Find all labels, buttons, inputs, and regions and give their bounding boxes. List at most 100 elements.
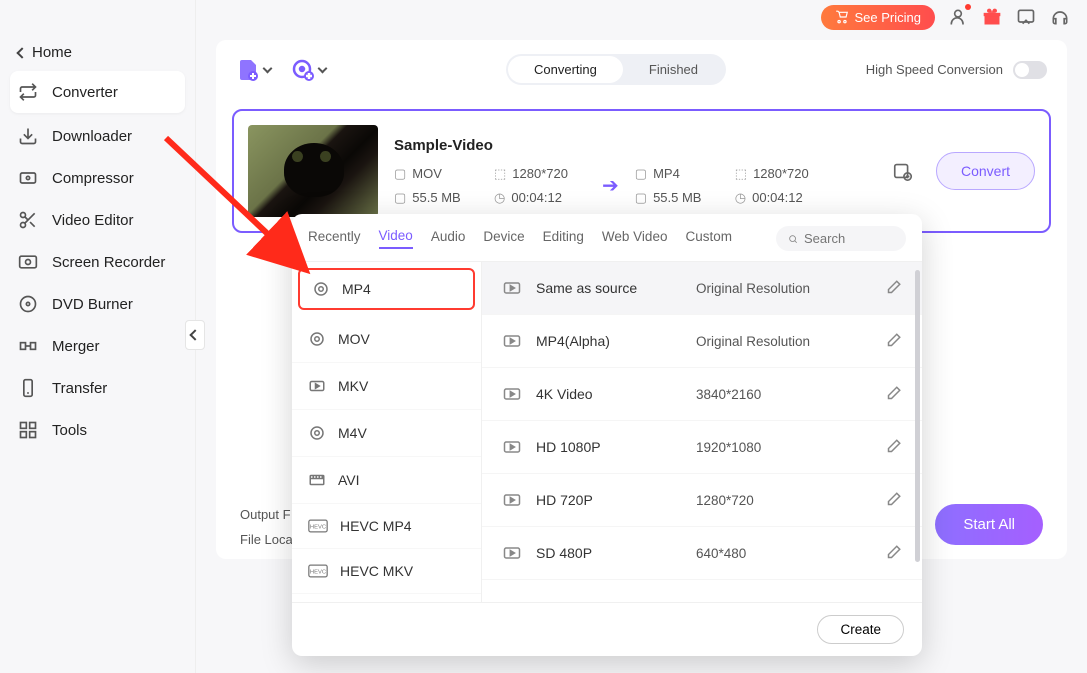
dimensions-icon: ⬚: [494, 166, 506, 182]
sidebar-item-label: Video Editor: [52, 212, 133, 229]
resolution-720p[interactable]: HD 720P 1280*720: [482, 474, 922, 527]
sidebar-item-converter[interactable]: Converter: [10, 71, 185, 113]
tab-video[interactable]: Video: [379, 228, 413, 249]
start-all-button[interactable]: Start All: [935, 504, 1043, 545]
recorder-icon: [18, 252, 38, 272]
tab-audio[interactable]: Audio: [431, 229, 466, 248]
edit-icon[interactable]: [884, 332, 902, 350]
format-popover: Recently Video Audio Device Editing Web …: [292, 214, 922, 656]
gift-icon[interactable]: [981, 6, 1003, 28]
video-file-icon: [502, 490, 522, 510]
search-input[interactable]: [804, 231, 894, 246]
video-title: Sample-Video: [394, 137, 870, 154]
popover-tabs: Recently Video Audio Device Editing Web …: [292, 214, 922, 262]
hevc-icon: HEVC: [308, 564, 328, 578]
video-info: Sample-Video ▢MOV ▢55.5 MB ⬚1280*720 ◷00…: [394, 137, 870, 206]
support-icon[interactable]: [1049, 6, 1071, 28]
resolution-4k[interactable]: 4K Video 3840*2160: [482, 368, 922, 421]
svg-text:HEVC: HEVC: [310, 525, 326, 531]
resolution-list[interactable]: Same as source Original Resolution MP4(A…: [482, 262, 922, 602]
sidebar: Home Converter Downloader Compressor Vid…: [0, 0, 196, 673]
video-icon: ▢: [635, 166, 647, 182]
format-mkv[interactable]: MKV: [292, 363, 481, 410]
segment-converting[interactable]: Converting: [508, 56, 623, 83]
resolution-mp4-alpha[interactable]: MP4(Alpha) Original Resolution: [482, 315, 922, 368]
tab-device[interactable]: Device: [483, 229, 524, 248]
transfer-icon: [18, 378, 38, 398]
format-m4v[interactable]: M4V: [292, 410, 481, 457]
sidebar-item-label: Tools: [52, 422, 87, 439]
scrollbar[interactable]: [915, 270, 920, 562]
sidebar-item-video-editor[interactable]: Video Editor: [0, 199, 195, 241]
popover-footer: Create: [292, 602, 922, 656]
sidebar-item-label: Transfer: [52, 380, 107, 397]
dst-duration: 00:04:12: [752, 190, 803, 205]
format-mov[interactable]: MOV: [292, 316, 481, 363]
edit-icon[interactable]: [884, 385, 902, 403]
sidebar-item-label: DVD Burner: [52, 296, 133, 313]
status-segment: Converting Finished: [506, 54, 726, 85]
sidebar-item-dvd-burner[interactable]: DVD Burner: [0, 283, 195, 325]
edit-icon[interactable]: [884, 279, 902, 297]
sidebar-item-transfer[interactable]: Transfer: [0, 367, 195, 409]
tab-editing[interactable]: Editing: [543, 229, 584, 248]
chevron-down-icon: [263, 64, 273, 74]
video-thumbnail[interactable]: [248, 125, 378, 217]
tab-custom[interactable]: Custom: [685, 229, 732, 248]
feedback-icon[interactable]: [1015, 6, 1037, 28]
converter-icon: [18, 82, 38, 102]
film-icon: [308, 471, 326, 489]
add-file-button[interactable]: [236, 58, 271, 82]
sidebar-item-screen-recorder[interactable]: Screen Recorder: [0, 241, 195, 283]
format-mp4[interactable]: MP4: [298, 268, 475, 310]
format-hevc-mp4[interactable]: HEVCHEVC MP4: [292, 504, 481, 549]
add-disc-button[interactable]: [291, 58, 326, 82]
cart-icon: [835, 10, 849, 24]
hsc-toggle[interactable]: [1013, 61, 1047, 79]
sidebar-item-tools[interactable]: Tools: [0, 409, 195, 451]
sidebar-item-downloader[interactable]: Downloader: [0, 115, 195, 157]
resolution-480p[interactable]: SD 480P 640*480: [482, 527, 922, 580]
video-file-icon: [502, 543, 522, 563]
dst-size: 55.5 MB: [653, 190, 701, 205]
resolution-1080p[interactable]: HD 1080P 1920*1080: [482, 421, 922, 474]
src-format: MOV: [412, 166, 442, 181]
see-pricing-button[interactable]: See Pricing: [821, 5, 935, 30]
toolbar: Converting Finished High Speed Conversio…: [216, 40, 1067, 99]
video-file-icon: [502, 278, 522, 298]
compressor-icon: [18, 168, 38, 188]
video-file-icon: [502, 437, 522, 457]
edit-icon[interactable]: [884, 491, 902, 509]
format-list[interactable]: MP4 MOV MKV M4V AVI HEVCHEVC MP4 HEVCHEV…: [292, 262, 482, 602]
convert-button[interactable]: Convert: [936, 152, 1035, 190]
edit-icon[interactable]: [884, 438, 902, 456]
settings-button[interactable]: [886, 154, 920, 188]
format-search[interactable]: [776, 226, 906, 251]
scissors-icon: [18, 210, 38, 230]
merger-icon: [18, 336, 38, 356]
src-size: 55.5 MB: [412, 190, 460, 205]
hsc-label: High Speed Conversion: [866, 62, 1003, 77]
tab-web-video[interactable]: Web Video: [602, 229, 668, 248]
sidebar-item-label: Merger: [52, 338, 100, 355]
add-disc-icon: [291, 58, 315, 82]
clock-icon: ◷: [735, 190, 746, 206]
format-hevc-mkv[interactable]: HEVCHEVC MKV: [292, 549, 481, 594]
pricing-label: See Pricing: [855, 10, 921, 25]
sidebar-item-label: Compressor: [52, 170, 134, 187]
segment-finished[interactable]: Finished: [623, 56, 724, 83]
hevc-icon: HEVC: [308, 519, 328, 533]
resolution-same-as-source[interactable]: Same as source Original Resolution: [482, 262, 922, 315]
home-link[interactable]: Home: [0, 36, 195, 69]
sidebar-item-label: Converter: [52, 84, 118, 101]
format-avi[interactable]: AVI: [292, 457, 481, 504]
sidebar-item-merger[interactable]: Merger: [0, 325, 195, 367]
edit-icon[interactable]: [884, 544, 902, 562]
sidebar-item-compressor[interactable]: Compressor: [0, 157, 195, 199]
user-icon[interactable]: [947, 6, 969, 28]
create-button[interactable]: Create: [817, 615, 904, 644]
tab-recently[interactable]: Recently: [308, 229, 361, 248]
target-icon: [312, 280, 330, 298]
chevron-down-icon: [318, 64, 328, 74]
search-icon: [788, 232, 798, 246]
